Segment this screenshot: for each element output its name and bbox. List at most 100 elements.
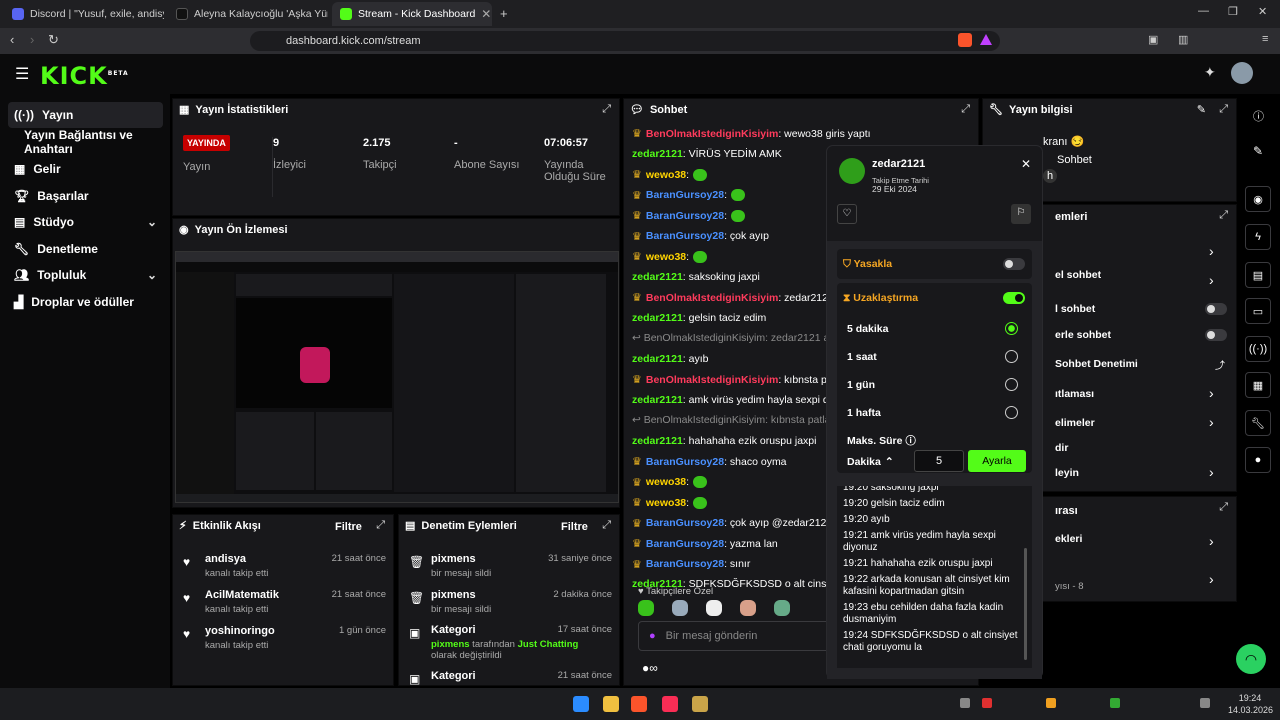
heart-icon[interactable]: ♡ [837, 204, 857, 224]
chat-username[interactable]: BaranGursoy28 [646, 230, 724, 242]
radio-5-dakika[interactable] [1005, 322, 1018, 335]
info-circle-icon[interactable]: ⓘ [1253, 108, 1264, 124]
chat-username[interactable]: wewo38 [646, 251, 686, 263]
sidebar-item-gelir[interactable]: ▦ Gelir [8, 156, 163, 182]
music-app-icon[interactable] [662, 696, 678, 712]
reload-icon[interactable]: ↻ [48, 32, 59, 48]
row-name[interactable]: andisya [205, 553, 246, 565]
chat-username[interactable]: BenOlmakIstediginKisiyim [646, 374, 778, 386]
toggle-switch[interactable] [1205, 303, 1227, 315]
menu-icon[interactable]: ≡ [1262, 33, 1268, 45]
chevron-right-icon[interactable]: › [1209, 414, 1214, 430]
close-icon[interactable]: ✕ [1021, 157, 1031, 171]
brave-rewards-icon[interactable] [980, 34, 992, 45]
chevron-right-icon[interactable]: › [1209, 464, 1214, 480]
chat-username[interactable]: zedar2121 [632, 435, 683, 447]
row-name[interactable]: Kategori [431, 670, 476, 682]
chat-username[interactable]: zedar2121 [632, 271, 683, 283]
close-window-button[interactable]: ✕ [1258, 5, 1267, 18]
chevron-right-icon[interactable]: › [1209, 243, 1214, 259]
tab-kick-dashboard[interactable]: Stream - Kick Dashboard ✕ [332, 2, 492, 26]
toggle-switch[interactable] [1205, 329, 1227, 341]
chat-username[interactable]: wewo38 [646, 497, 686, 509]
maximize-button[interactable]: ❐ [1228, 5, 1238, 18]
unit-select[interactable]: Dakika ⌃ [847, 451, 909, 473]
windows-start-icon[interactable] [573, 696, 589, 712]
chat-username[interactable]: zedar2121 [632, 148, 683, 160]
rail-settings-button[interactable]: ● [1245, 447, 1271, 473]
sidebar-item-basarilar[interactable]: 🏆︎ Başarılar [8, 183, 163, 209]
chat-username[interactable]: BaranGursoy28 [646, 456, 724, 468]
row-name[interactable]: Kategori [431, 624, 476, 636]
expand-icon[interactable]: ⤢ [961, 103, 970, 116]
emote-icon[interactable] [740, 600, 756, 616]
radio-1-hafta[interactable] [1005, 406, 1018, 419]
mic-icon[interactable]: ● [649, 630, 656, 642]
avatar[interactable] [1231, 62, 1253, 84]
setting-row[interactable]: Sohbet Denetimi [1055, 358, 1138, 370]
row-name[interactable]: yoshinoringo [205, 625, 275, 637]
rail-stats-button[interactable]: ▦ [1245, 372, 1271, 398]
file-explorer-icon[interactable] [603, 696, 619, 712]
sidebar-toggle-icon[interactable]: ▣ [1148, 33, 1158, 46]
back-icon[interactable]: ‹ [10, 32, 14, 47]
chat-username[interactable]: zedar2121 [632, 394, 683, 406]
chat-username[interactable]: BaranGursoy28 [646, 189, 724, 201]
chat-username[interactable]: BaranGursoy28 [646, 558, 724, 570]
chevron-right-icon[interactable]: › [1209, 533, 1214, 549]
row-name[interactable]: AcilMatematik [205, 589, 279, 601]
apply-button[interactable]: Ayarla [968, 450, 1026, 472]
edit-icon[interactable]: ✎ [1197, 103, 1206, 116]
support-headset-icon[interactable]: ◠ [1236, 644, 1266, 674]
expand-icon[interactable]: ⤢ [376, 519, 385, 532]
brave-browser-icon[interactable] [631, 696, 647, 712]
sidebar-item-yayin[interactable]: ((·)) Yayın [8, 102, 163, 128]
sidebar-item-denetleme[interactable]: 🔧︎ Denetleme [8, 236, 163, 262]
filter-button[interactable]: Filtre [335, 521, 362, 533]
rail-activity-button[interactable]: ϟ [1245, 224, 1271, 250]
ban-toggle[interactable] [1003, 258, 1025, 270]
chat-username[interactable]: BaranGursoy28 [646, 538, 724, 550]
minimize-button[interactable]: — [1198, 5, 1209, 17]
expand-icon[interactable]: ⤢ [1219, 209, 1228, 222]
chat-settings-icon[interactable]: ●∞ [642, 661, 658, 675]
chat-username[interactable]: BenOlmakIstediginKisiyim [646, 292, 778, 304]
volume-icon[interactable] [1200, 698, 1210, 708]
row-name[interactable]: pixmens [431, 589, 476, 601]
rail-broadcast-button[interactable]: ((·)) [1245, 336, 1271, 362]
chevron-right-icon[interactable]: › [1209, 571, 1214, 587]
chat-username[interactable]: BaranGursoy28 [646, 517, 724, 529]
rail-wrench-button[interactable]: 🔧︎ [1245, 410, 1271, 436]
kick-logo[interactable]: KICKBETA [40, 62, 129, 90]
sidebar-item-droplar[interactable]: ▟ Droplar ve ödüller [8, 289, 163, 315]
tray-icon[interactable] [1046, 698, 1056, 708]
clock[interactable]: 19:24 14.03.2026 [1228, 692, 1273, 716]
chat-username[interactable]: zedar2121 [632, 353, 683, 365]
extensions-icon[interactable]: ▥ [1178, 33, 1188, 46]
setting-row[interactable]: ekleri [1055, 533, 1082, 545]
chat-username[interactable]: wewo38 [646, 476, 686, 488]
new-tab-button[interactable]: + [500, 6, 508, 21]
expand-icon[interactable]: ⤢ [1219, 501, 1228, 514]
popup-username[interactable]: zedar2121 [872, 158, 925, 170]
setting-row[interactable]: erle sohbet [1055, 329, 1111, 341]
expand-icon[interactable]: ⤢ [602, 519, 611, 532]
pencil-icon[interactable]: ✎ [1253, 144, 1263, 158]
setting-row[interactable]: leyin [1055, 467, 1079, 479]
setting-row[interactable]: dir [1055, 442, 1068, 454]
setting-row[interactable]: el sohbet [1055, 269, 1101, 281]
expand-icon[interactable]: ⤢ [602, 103, 611, 116]
brave-shield-icon[interactable] [958, 33, 972, 47]
url-field[interactable]: dashboard.kick.com/stream [250, 31, 1000, 51]
rail-document-button[interactable]: ▤ [1245, 262, 1271, 288]
duration-input[interactable]: 5 [914, 450, 964, 472]
sparkle-icon[interactable]: ✦ [1204, 64, 1216, 81]
stream-preview-video[interactable] [175, 251, 619, 503]
tray-icon[interactable] [982, 698, 992, 708]
chat-username[interactable]: zedar2121 [632, 312, 683, 324]
forward-icon[interactable]: › [30, 32, 34, 47]
sidebar-item-stream-key[interactable]: Yayın Bağlantısı ve Anahtarı [8, 128, 163, 156]
chat-username[interactable]: BaranGursoy28 [646, 210, 724, 222]
expand-icon[interactable]: ⤢ [1219, 103, 1228, 116]
emote-icon[interactable] [774, 600, 790, 616]
